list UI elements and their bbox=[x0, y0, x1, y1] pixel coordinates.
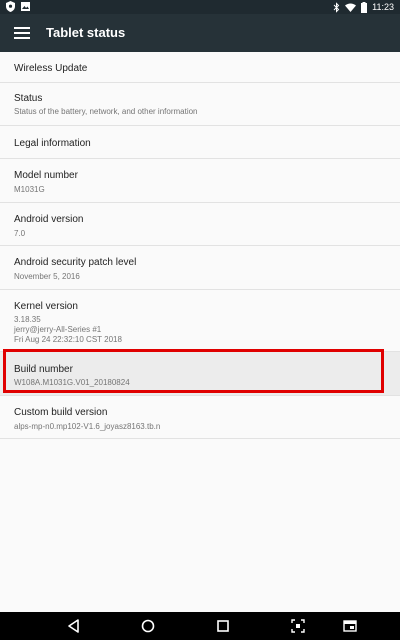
item-title: Status bbox=[14, 93, 43, 104]
window-icon[interactable] bbox=[342, 618, 358, 634]
item-title: Android version bbox=[14, 214, 84, 225]
item-title: Wireless Update bbox=[14, 63, 88, 74]
list-item-status[interactable]: Status Status of the battery, network, a… bbox=[0, 83, 400, 126]
highlight-box bbox=[3, 349, 384, 393]
list-item-legal-information[interactable]: Legal information bbox=[0, 126, 400, 159]
shield-icon bbox=[6, 1, 15, 12]
item-subtitle-line: Fri Aug 24 22:32:10 CST 2018 bbox=[14, 335, 122, 344]
list-item-kernel-version[interactable]: Kernel version 3.18.35 jerry@jerry-All-S… bbox=[0, 290, 400, 352]
screenshot-icon[interactable] bbox=[290, 618, 306, 634]
list-item-android-version[interactable]: Android version 7.0 bbox=[0, 203, 400, 246]
list-item-security-patch[interactable]: Android security patch level November 5,… bbox=[0, 246, 400, 290]
item-title: Model number bbox=[14, 170, 78, 181]
page-title: Tablet status bbox=[46, 25, 126, 40]
navigation-bar bbox=[0, 612, 400, 640]
list-item-model-number[interactable]: Model number M1031G bbox=[0, 159, 400, 203]
image-icon bbox=[21, 2, 30, 11]
item-subtitle: November 5, 2016 bbox=[14, 272, 80, 281]
bluetooth-icon bbox=[333, 1, 340, 13]
app-toolbar: Tablet status bbox=[0, 14, 400, 52]
list-item-wireless-update[interactable]: Wireless Update bbox=[0, 52, 400, 83]
item-title: Custom build version bbox=[14, 407, 108, 418]
status-bar: 11:23 bbox=[0, 0, 400, 14]
item-title: Legal information bbox=[14, 138, 91, 149]
item-subtitle: Status of the battery, network, and othe… bbox=[14, 107, 198, 116]
item-subtitle-line: jerry@jerry-All-Series #1 bbox=[14, 325, 102, 334]
recents-icon[interactable] bbox=[215, 618, 231, 634]
back-icon[interactable] bbox=[66, 618, 82, 634]
hamburger-menu-icon[interactable] bbox=[14, 26, 30, 40]
status-time: 11:23 bbox=[372, 2, 394, 12]
wifi-icon bbox=[345, 3, 357, 12]
home-icon[interactable] bbox=[140, 618, 156, 634]
item-title: Kernel version bbox=[14, 301, 78, 312]
item-subtitle: M1031G bbox=[14, 185, 45, 194]
list-item-custom-build-version[interactable]: Custom build version alps-mp-n0.mp102-V1… bbox=[0, 396, 400, 439]
item-subtitle: alps-mp-n0.mp102-V1.6_joyasz8163.tb.n bbox=[14, 422, 161, 431]
battery-icon bbox=[361, 1, 368, 13]
item-subtitle: 7.0 bbox=[14, 229, 26, 238]
item-subtitle-line: 3.18.35 bbox=[14, 315, 41, 324]
item-title: Android security patch level bbox=[14, 257, 137, 268]
